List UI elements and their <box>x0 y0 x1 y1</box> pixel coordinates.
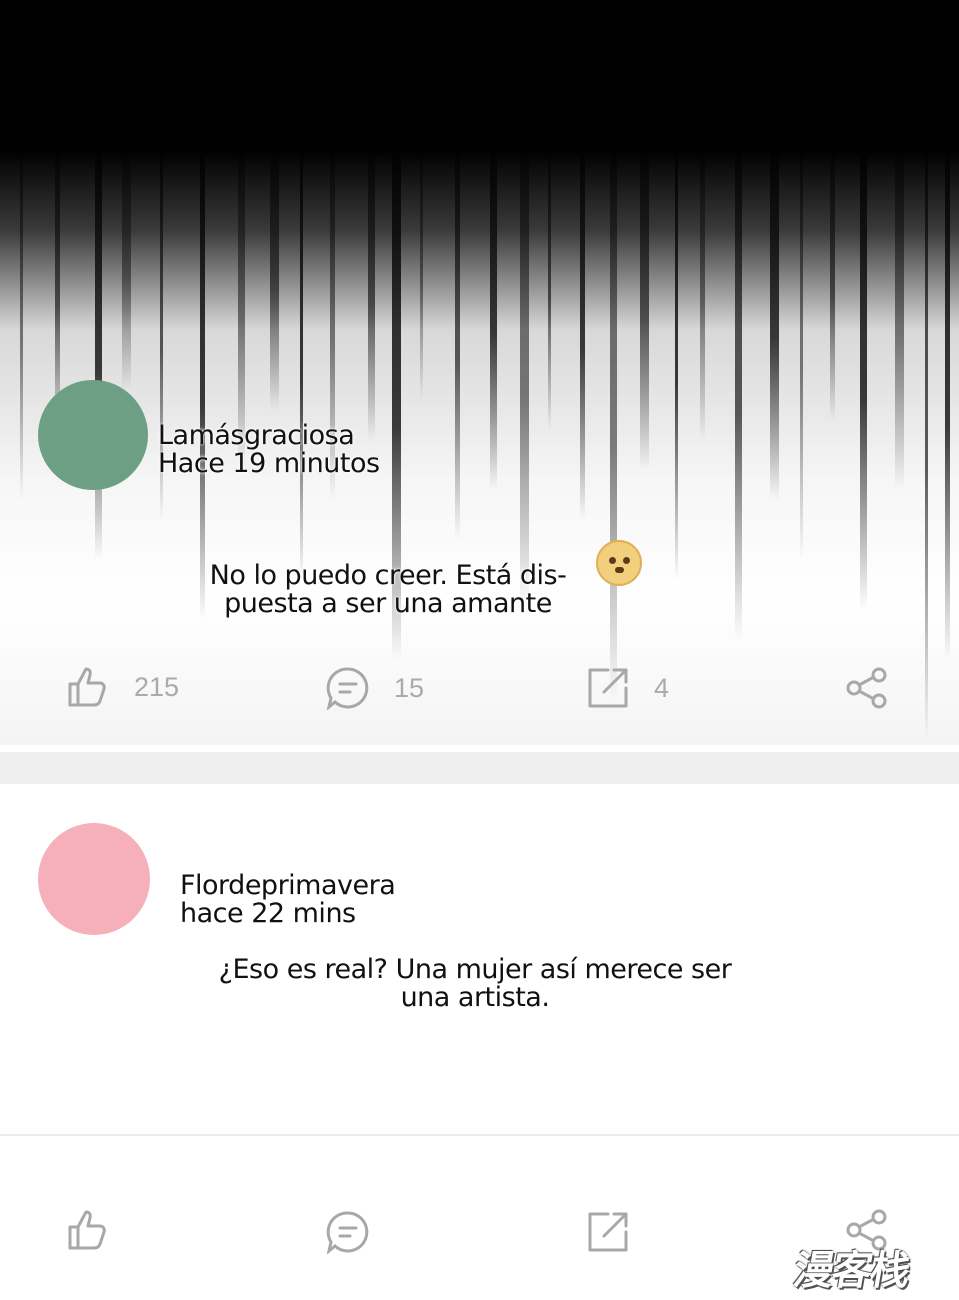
reply-button[interactable] <box>326 1210 370 1254</box>
like-button[interactable] <box>66 1208 110 1252</box>
backdrop-streak <box>830 140 835 420</box>
reply-button[interactable]: 15 <box>326 666 424 710</box>
comment-icon <box>326 1211 369 1254</box>
backdrop-streak <box>925 140 928 740</box>
thumbs-up-icon <box>68 1210 106 1250</box>
comment-text-line: No lo puedo creer. Está dis- <box>209 560 567 591</box>
forward-button[interactable]: 4 <box>586 666 669 710</box>
comment-text: ¿Eso es real? Una mujer así merece ser u… <box>190 956 760 1012</box>
comment-username[interactable]: Lamásgraciosa <box>158 422 355 450</box>
share-count: 4 <box>654 672 670 703</box>
backdrop-streak <box>520 140 529 610</box>
backdrop-streak <box>455 140 460 540</box>
backdrop-streak <box>200 140 205 620</box>
comment-text-line: una artista. <box>400 982 550 1013</box>
backdrop-streak <box>895 140 904 490</box>
backdrop-streak <box>548 140 551 430</box>
doge-emoji-icon <box>596 540 642 586</box>
backdrop-streak <box>20 140 23 500</box>
avatar[interactable] <box>38 380 148 490</box>
backdrop-streak <box>945 140 950 660</box>
backdrop-streak <box>420 140 423 400</box>
comment-username[interactable]: Flordeprimavera <box>180 872 396 900</box>
backdrop-streak <box>300 140 303 580</box>
thumbs-up-icon <box>68 667 106 707</box>
section-divider <box>0 752 959 784</box>
backdrop-streak <box>270 140 279 410</box>
backdrop-streak <box>770 140 779 500</box>
backdrop-streak <box>800 140 803 560</box>
like-count: 215 <box>134 671 180 702</box>
comment-count: 15 <box>394 672 425 703</box>
dramatic-backdrop <box>0 0 959 745</box>
comment-timestamp: Hace 19 minutos <box>158 448 380 479</box>
backdrop-streak <box>700 140 705 440</box>
forward-button[interactable] <box>586 1210 630 1254</box>
comment-timestamp: hace 22 mins <box>180 898 356 929</box>
backdrop-streak <box>95 140 102 560</box>
comment-text: No lo puedo creer. Está dis- puesta a se… <box>178 562 598 618</box>
share-out-icon <box>588 668 628 708</box>
share-nodes-icon <box>846 667 887 709</box>
backdrop-streak <box>640 140 649 470</box>
share-button[interactable] <box>845 666 889 710</box>
backdrop-streak <box>122 140 131 390</box>
backdrop-streak <box>860 140 867 610</box>
backdrop-streak <box>675 140 678 580</box>
backdrop-streak <box>735 140 742 640</box>
divider <box>0 1134 959 1136</box>
backdrop-streak <box>610 140 617 700</box>
avatar[interactable] <box>38 823 150 935</box>
watermark-logo: 漫客栈 <box>790 1248 913 1294</box>
comment-text-line: ¿Eso es real? Una mujer así merece ser <box>218 954 732 985</box>
like-button[interactable]: 215 <box>66 665 179 709</box>
backdrop-streak <box>368 140 375 440</box>
backdrop-streak <box>490 140 497 490</box>
backdrop-streak <box>580 140 585 520</box>
comment-icon <box>326 667 369 710</box>
comment-text-line: puesta a ser una amante <box>224 588 552 619</box>
share-out-icon <box>588 1212 628 1252</box>
